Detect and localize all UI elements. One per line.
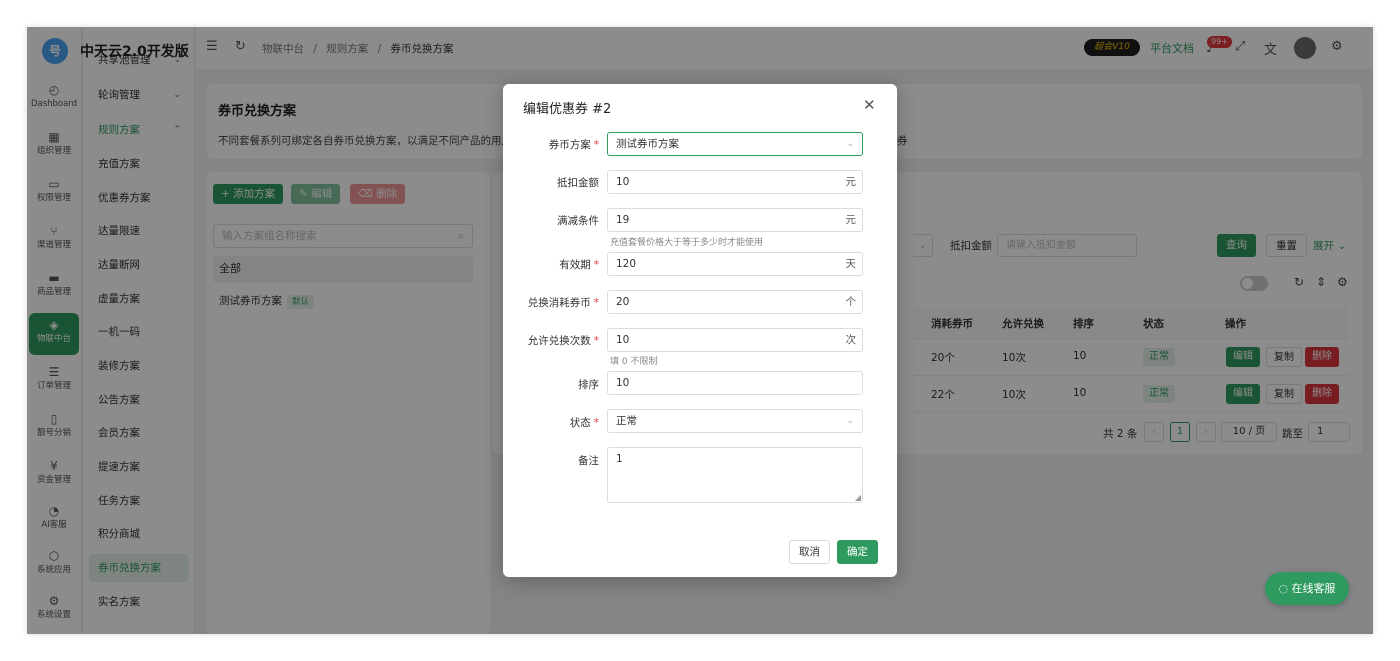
remark-value: 1 (616, 453, 623, 465)
validity-input[interactable]: 120 天 (607, 252, 863, 276)
times-value: 10 (616, 334, 630, 346)
required-mark: * (593, 259, 599, 271)
times-unit: 次 (845, 334, 857, 346)
threshold-value: 19 (616, 214, 630, 226)
required-mark: * (593, 139, 599, 151)
cancel-button[interactable]: 取消 (789, 540, 830, 564)
chat-bubble-icon: ◌ (1278, 582, 1289, 595)
resize-handle-icon[interactable]: ◢ (855, 493, 861, 502)
sort-label: 排序 (578, 379, 599, 391)
remark-label: 备注 (578, 455, 599, 467)
close-icon[interactable]: ✕ (863, 96, 876, 114)
status-label: 状态 * (513, 415, 599, 430)
threshold-unit: 元 (845, 214, 857, 226)
validity-label-text: 有效期 (559, 259, 591, 271)
threshold-label: 满减条件 (557, 215, 599, 227)
amount-unit: 元 (845, 176, 857, 188)
status-select[interactable]: 正常 ⌄ (607, 409, 863, 433)
scheme-select-value: 测试券币方案 (616, 138, 679, 150)
amount-input[interactable]: 10 元 (607, 170, 863, 194)
validity-value: 120 (616, 258, 637, 270)
cost-unit: 个 (845, 296, 857, 308)
times-hint: 填 0 不限制 (610, 357, 658, 367)
cost-value: 20 (616, 296, 630, 308)
amount-value: 10 (616, 176, 630, 188)
amount-label: 抵扣金额 (557, 177, 599, 189)
chevron-down-icon: ⌄ (846, 139, 854, 149)
sort-value: 10 (616, 377, 630, 389)
confirm-button[interactable]: 确定 (837, 540, 878, 564)
dialog-title: 编辑优惠券 #2 (523, 102, 612, 117)
cost-label: 兑换消耗券币 * (513, 295, 599, 310)
status-label-text: 状态 (569, 417, 591, 429)
online-service-button[interactable]: ◌ 在线客服 (1265, 572, 1349, 605)
scheme-label-text: 券币方案 (548, 139, 591, 151)
required-mark: * (593, 297, 599, 309)
validity-unit: 天 (845, 258, 857, 270)
times-label-text: 允许兑换次数 (527, 335, 591, 347)
sort-input[interactable]: 10 (607, 371, 863, 395)
times-label: 允许兑换次数 * (513, 333, 599, 348)
threshold-input[interactable]: 19 元 (607, 208, 863, 232)
remark-textarea[interactable]: 1 ◢ (607, 447, 863, 503)
validity-label: 有效期 * (513, 257, 599, 272)
scheme-label: 券币方案 * (513, 137, 599, 152)
status-select-value: 正常 (616, 415, 637, 427)
edit-coupon-dialog: 编辑优惠券 #2 ✕ 券币方案 * 测试券币方案 ⌄ 抵扣金额 10 元 满减条件 1… (503, 84, 897, 577)
required-mark: * (593, 417, 599, 429)
scheme-select[interactable]: 测试券币方案 ⌄ (607, 132, 863, 156)
times-input[interactable]: 10 次 (607, 328, 863, 352)
cost-label-text: 兑换消耗券币 (527, 297, 591, 309)
cost-input[interactable]: 20 个 (607, 290, 863, 314)
chevron-down-icon: ⌄ (846, 416, 854, 426)
required-mark: * (593, 335, 599, 347)
threshold-hint: 充值套餐价格大于等于多少时才能使用 (610, 238, 764, 248)
online-service-label: 在线客服 (1291, 582, 1336, 595)
